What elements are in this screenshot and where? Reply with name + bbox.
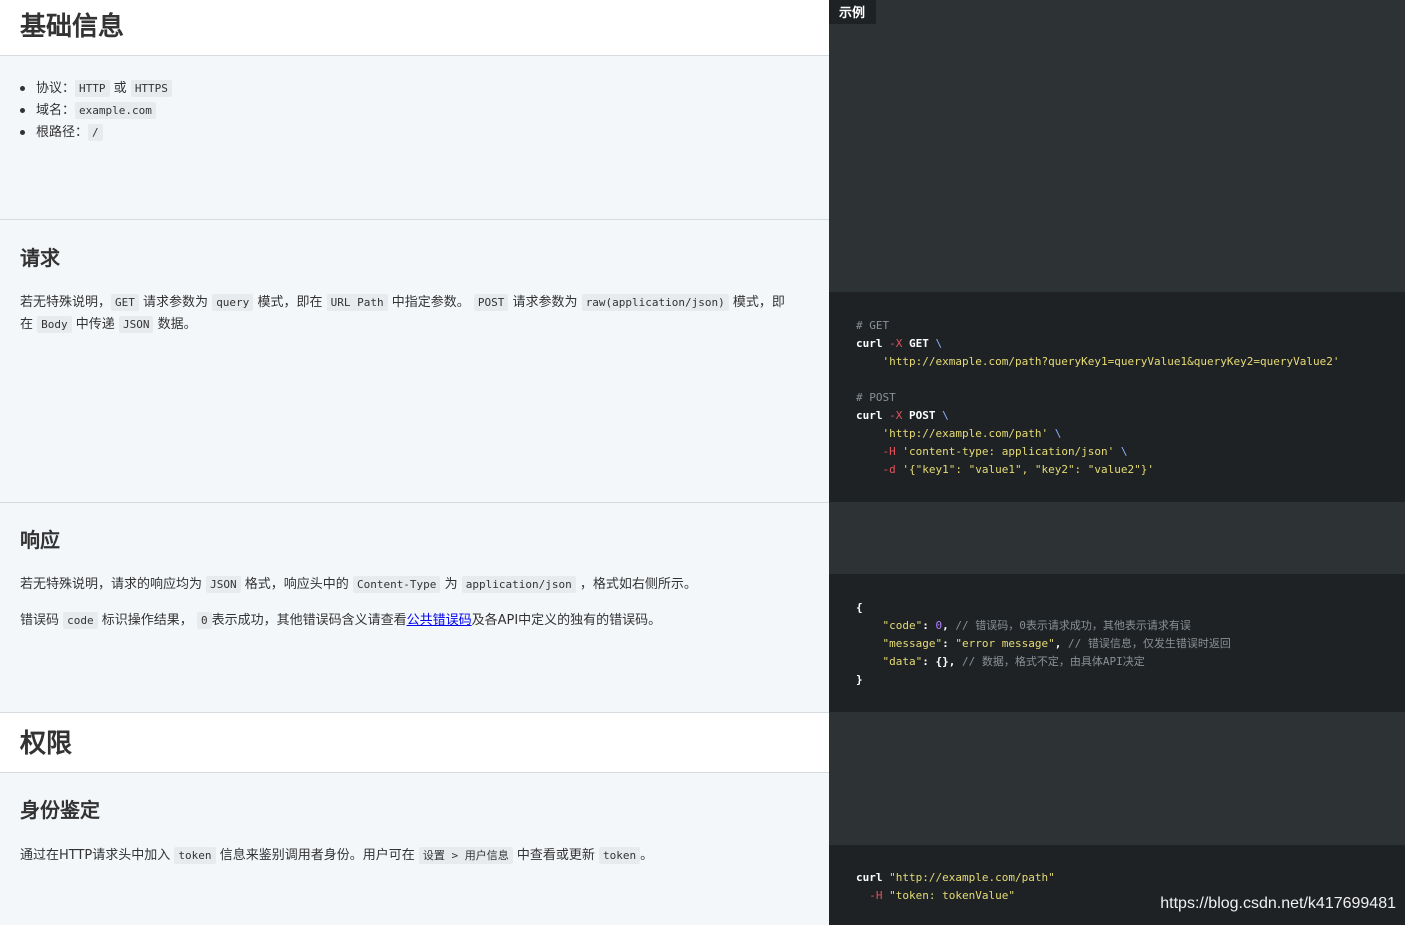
section-title-basic: 基础信息 — [20, 12, 125, 42]
response-code-block: { "code": 0, // 错误码，0表示请求成功，其他表示请求有误 "me… — [829, 574, 1405, 712]
tab-examples[interactable]: 示例 — [829, 0, 876, 24]
divider — [0, 219, 829, 220]
common-error-code-link[interactable]: 公共错误码 — [407, 613, 472, 628]
list-item-root-path: 根路径： / — [20, 122, 172, 144]
section-title-auth: 身份鉴定 — [20, 798, 100, 822]
basic-info-list: 协议： HTTP 或 HTTPS 域名： example.com 根路径： / — [20, 78, 172, 144]
response-code: { "code": 0, // 错误码，0表示请求成功，其他表示请求有误 "me… — [856, 601, 1231, 686]
auth-code: curl "http://example.com/path" -H "token… — [856, 871, 1055, 902]
section-title-permission: 权限 — [20, 729, 73, 759]
list-item-domain: 域名： example.com — [20, 100, 172, 122]
code-domain: example.com — [75, 102, 156, 119]
auth-code-block: curl "http://example.com/path" -H "token… — [829, 845, 1405, 925]
code-https: HTTPS — [130, 80, 172, 97]
divider — [0, 502, 829, 503]
section-title-request: 请求 — [20, 246, 60, 270]
response-description: 若无特殊说明，请求的响应均为 JSON 格式，响应头中的 Content-Typ… — [20, 576, 697, 593]
request-code: # GET curl -X GET \ 'http://exmaple.com/… — [856, 319, 1340, 476]
list-item-protocol: 协议： HTTP 或 HTTPS — [20, 78, 172, 100]
code-http: HTTP — [75, 80, 110, 97]
code-root: / — [88, 124, 103, 141]
request-description: 若无特殊说明， GET 请求参数为 query 模式，即在 URL Path 中指… — [20, 294, 785, 333]
examples-panel: 示例 # GET curl -X GET \ 'http://exmaple.c… — [829, 0, 1405, 925]
watermark-url: https://blog.csdn.net/k417699481 — [1160, 895, 1396, 912]
section-header-basic: 基础信息 — [0, 0, 829, 56]
section-title-response: 响应 — [20, 528, 60, 552]
doc-panel: 基础信息 协议： HTTP 或 HTTPS 域名： example.com 根路径：… — [0, 0, 829, 925]
section-header-permission: 权限 — [0, 712, 829, 773]
error-code-description: 错误码 code 标识操作结果， 0 表示成功，其他错误码含义请查看公共错误码及各… — [20, 612, 662, 629]
auth-description: 通过在HTTP请求头中加入 token 信息来鉴别调用者身份。用户可在 设置 >… — [20, 847, 654, 864]
request-code-block: # GET curl -X GET \ 'http://exmaple.com/… — [829, 292, 1405, 502]
